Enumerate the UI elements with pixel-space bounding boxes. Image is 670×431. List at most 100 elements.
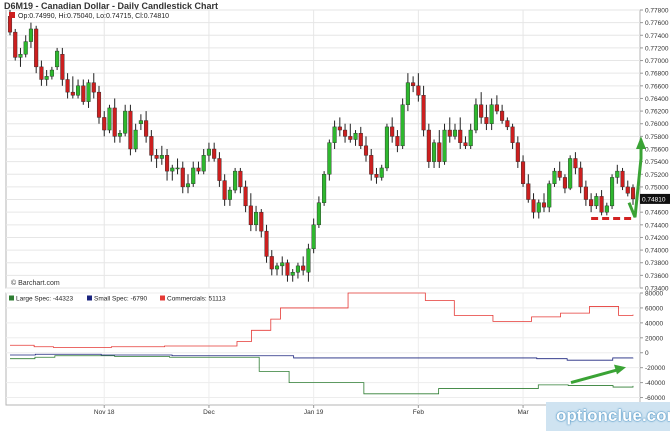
candle-body [227,189,232,200]
candle-body [206,148,211,156]
cot-tick-label: 80000 [645,291,663,298]
price-tick-label: 0.76800 [645,71,669,78]
candle-body [353,133,358,140]
cot-y-axis: 80000 60000 40000 20000 0 -20000 -40000 -60000 [640,291,666,402]
last-price-marker: 0.74810 [640,193,670,204]
candle-body [212,148,217,159]
price-tick-label: 0.77400 [645,33,669,40]
candle-body [39,66,44,80]
candle-body [86,82,91,102]
candle-body [473,104,478,131]
candle-body [217,158,222,181]
candle-body [332,126,337,143]
candle-body [463,142,468,147]
candle-body [583,186,588,200]
candle-body [301,265,306,271]
candle [426,123,431,168]
candle-body [196,167,201,172]
candle-body [149,136,154,156]
candle-body [547,183,552,208]
candle [610,174,615,210]
ohlc-legend-swatch [9,12,15,18]
candle-body [327,142,332,175]
candle-body [589,199,594,207]
candle [233,167,238,194]
candle-body [201,155,206,172]
price-tick-label: 0.73800 [645,260,669,267]
candle-body [269,256,274,270]
candle-body [599,196,604,213]
candle-body [432,142,437,162]
price-tick-label: 0.74400 [645,222,669,229]
candle-body [363,145,369,156]
candle-body [395,136,400,147]
candle-body [494,104,499,112]
candle [13,28,18,61]
candle-body [259,211,264,232]
price-tick-label: 0.76000 [645,121,669,128]
candle-body [274,265,280,270]
candle-body [76,85,81,96]
candle-body [191,167,196,184]
price-tick-label: 0.74200 [645,235,669,242]
candle-body [500,110,505,121]
candle-body [49,69,54,77]
candle-body [562,177,567,189]
price-tick-label: 0.76400 [645,96,669,103]
candle-body [322,174,327,203]
candle [400,98,405,149]
x-tick-label: Feb [413,409,425,416]
candle-body [34,28,39,68]
candle [620,167,625,191]
candle-body [573,158,578,169]
candle-body [248,205,253,226]
candle-body [222,180,227,200]
candle-body [254,211,259,226]
candle-body [7,16,13,33]
cot-tick-label: 0 [645,350,649,357]
candle-body [390,126,395,137]
candle [55,47,60,71]
candle-body [91,82,96,93]
candle-body [102,117,107,131]
candle-body [238,170,243,188]
chart-canvas: 0.77800 0.77600 0.77400 0.77200 0.77000 0.768… [5,8,670,416]
price-tick-label: 0.77800 [645,8,669,15]
candle-body [484,117,489,124]
ohlc-readout: Op:0.74990, Hi:0.75040, Lo:0.74715, Cl:0… [18,13,169,20]
candle-body [96,91,102,118]
candle-body [117,133,122,137]
candle-body [81,85,86,102]
candle-body [290,272,295,276]
candle-body [180,167,185,188]
candle-body [264,230,269,257]
cot-legend-swatch [160,295,165,301]
price-tick-label: 0.75000 [645,184,669,191]
price-tick-label: 0.77000 [645,58,669,65]
candle-body [531,199,536,213]
candle-body [165,155,170,172]
candle-body [384,126,389,169]
candle-body [630,187,636,200]
candle [128,104,133,156]
candle-body [374,174,379,178]
candle-body [311,224,316,250]
price-tick-label: 0.77600 [645,20,669,27]
candle-body [379,167,384,178]
price-y-axis: 0.77800 0.77600 0.77400 0.77200 0.77000 0.768… [640,8,669,293]
cot-tick-label: 40000 [645,320,663,327]
candle-body [416,85,421,96]
candle-body [18,54,23,58]
candle-body [285,262,290,276]
candle-body [458,129,463,143]
candle-body [604,205,609,213]
price-tick-label: 0.74600 [645,210,669,217]
candle-body [23,41,28,55]
candle-body [505,120,510,128]
candle-body [154,155,159,159]
price-tick-label: 0.75200 [645,172,669,179]
candle-body [510,126,515,143]
candle-body [610,177,615,207]
candle-body [452,129,458,137]
candle-body [468,129,473,147]
